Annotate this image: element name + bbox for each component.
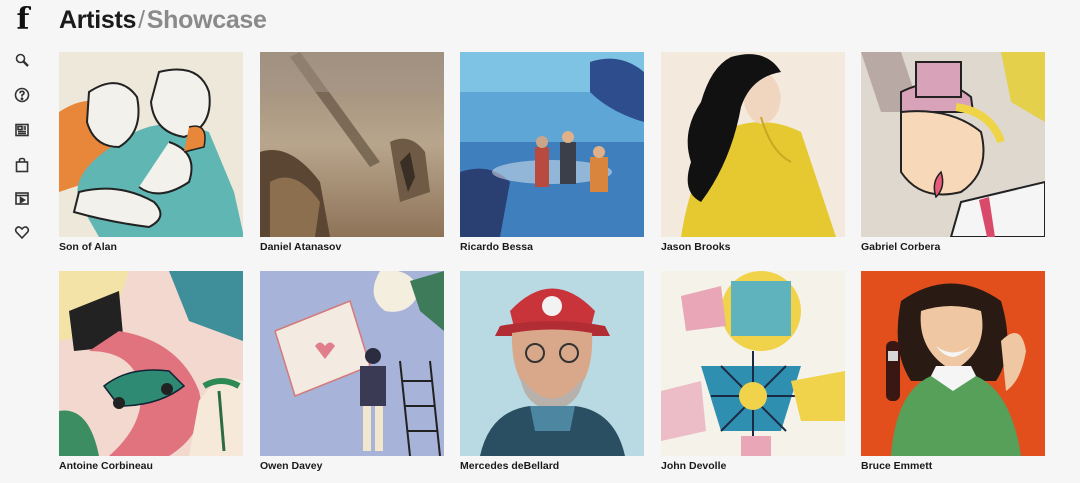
artwork-image — [661, 52, 845, 237]
help-icon[interactable] — [12, 85, 32, 105]
artist-thumbnail[interactable] — [260, 52, 444, 237]
logo[interactable]: f — [13, 4, 33, 36]
artwork-image — [59, 52, 243, 237]
artwork-image — [260, 271, 444, 456]
artist-name[interactable]: John Devolle — [661, 459, 845, 473]
artwork-image — [460, 52, 644, 237]
section-title[interactable]: Artists — [59, 6, 136, 34]
artist-name[interactable]: Antoine Corbineau — [59, 459, 243, 473]
sidebar: f — [0, 0, 44, 483]
artist-thumbnail[interactable] — [861, 271, 1045, 456]
artwork-image — [861, 52, 1045, 237]
artist-name[interactable]: Bruce Emmett — [861, 459, 1045, 473]
artist-card[interactable]: Ricardo Bessa — [460, 52, 644, 254]
artist-card[interactable]: Antoine Corbineau — [59, 271, 243, 473]
artist-thumbnail[interactable] — [661, 52, 845, 237]
artist-card[interactable]: Mercedes deBellard — [460, 271, 644, 473]
artist-thumbnail[interactable] — [260, 271, 444, 456]
artist-thumbnail[interactable] — [59, 271, 243, 456]
artist-thumbnail[interactable] — [460, 271, 644, 456]
artist-card[interactable]: John Devolle — [661, 271, 845, 473]
video-icon[interactable] — [12, 188, 32, 208]
artist-card[interactable]: Gabriel Corbera — [861, 52, 1045, 254]
artist-name[interactable]: Ricardo Bessa — [460, 240, 644, 254]
artist-card[interactable]: Jason Brooks — [661, 52, 845, 254]
artist-thumbnail[interactable] — [460, 52, 644, 237]
artist-card[interactable]: Bruce Emmett — [861, 271, 1045, 473]
search-icon[interactable] — [12, 50, 32, 70]
page-title: Artists/Showcase — [59, 5, 267, 35]
artist-card[interactable]: Daniel Atanasov — [260, 52, 444, 254]
artwork-image — [460, 271, 644, 456]
artist-card[interactable]: Son of Alan — [59, 52, 243, 254]
artist-name[interactable]: Jason Brooks — [661, 240, 845, 254]
subsection-title: Showcase — [146, 6, 267, 34]
artist-card[interactable]: Owen Davey — [260, 271, 444, 473]
artist-name[interactable]: Owen Davey — [260, 459, 444, 473]
artwork-image — [661, 271, 845, 456]
artwork-image — [260, 52, 444, 237]
artist-thumbnail[interactable] — [661, 271, 845, 456]
artist-name[interactable]: Daniel Atanasov — [260, 240, 444, 254]
artist-name[interactable]: Son of Alan — [59, 240, 243, 254]
artwork-image — [861, 271, 1045, 456]
title-separator: / — [138, 6, 145, 34]
artist-thumbnail[interactable] — [861, 52, 1045, 237]
artist-name[interactable]: Gabriel Corbera — [861, 240, 1045, 254]
shop-icon[interactable] — [12, 155, 32, 175]
heart-icon[interactable] — [12, 222, 32, 242]
artist-name[interactable]: Mercedes deBellard — [460, 459, 644, 473]
artwork-image — [59, 271, 243, 456]
news-icon[interactable] — [12, 120, 32, 140]
artist-thumbnail[interactable] — [59, 52, 243, 237]
